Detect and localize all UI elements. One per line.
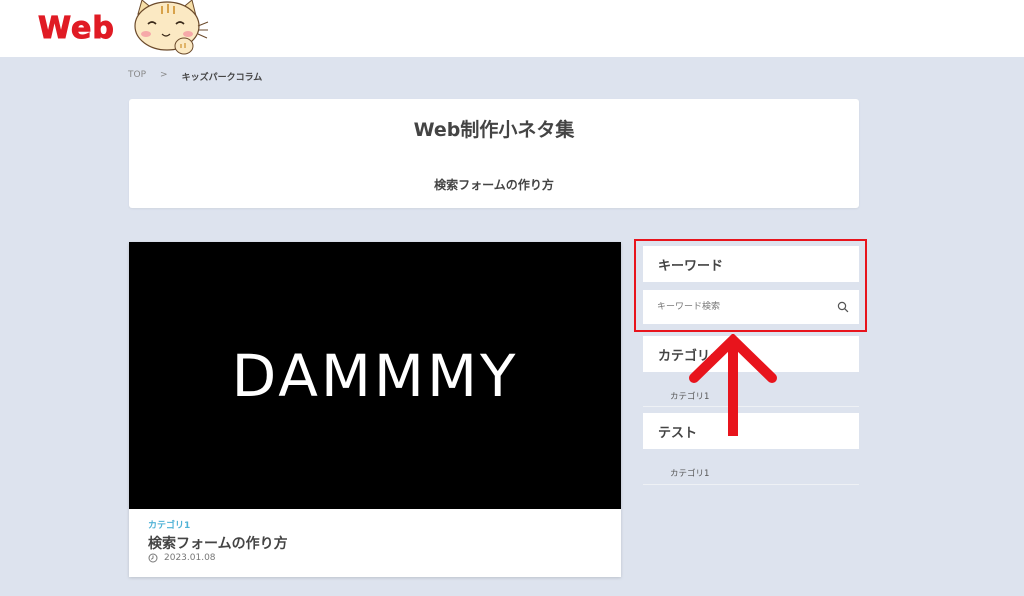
- article-thumbnail[interactable]: DAMMMY: [129, 242, 621, 509]
- cat-mascot-icon: [134, 0, 209, 55]
- site-logo[interactable]: Web: [38, 13, 115, 44]
- breadcrumb-separator: >: [160, 70, 168, 80]
- thumbnail-text: DAMMMY: [231, 341, 519, 410]
- breadcrumb-home-link[interactable]: TOP: [128, 70, 146, 83]
- arrow-up-icon: [689, 334, 777, 436]
- page-title-box: Web制作小ネタ集 検索フォームの作り方: [129, 99, 859, 208]
- article-date: 2023.01.08: [164, 553, 216, 563]
- page-subtitle: 検索フォームの作り方: [434, 178, 554, 192]
- article-date-row: 2023.01.08: [148, 553, 216, 563]
- clock-icon: [148, 553, 158, 563]
- article-category[interactable]: カテゴリ1: [148, 518, 190, 531]
- breadcrumb-current: キッズパークコラム: [181, 73, 263, 83]
- site-header: Web: [0, 0, 1024, 57]
- divider: [643, 484, 859, 485]
- test-widget-link[interactable]: カテゴリ1: [670, 467, 709, 479]
- breadcrumb: TOP > キッズパークコラム: [128, 70, 262, 83]
- article-title[interactable]: 検索フォームの作り方: [148, 533, 288, 553]
- article-card[interactable]: DAMMMY カテゴリ1 検索フォームの作り方 2023.01.08: [129, 242, 621, 577]
- page-title: Web制作小ネタ集: [413, 119, 575, 141]
- highlight-box: [634, 239, 867, 332]
